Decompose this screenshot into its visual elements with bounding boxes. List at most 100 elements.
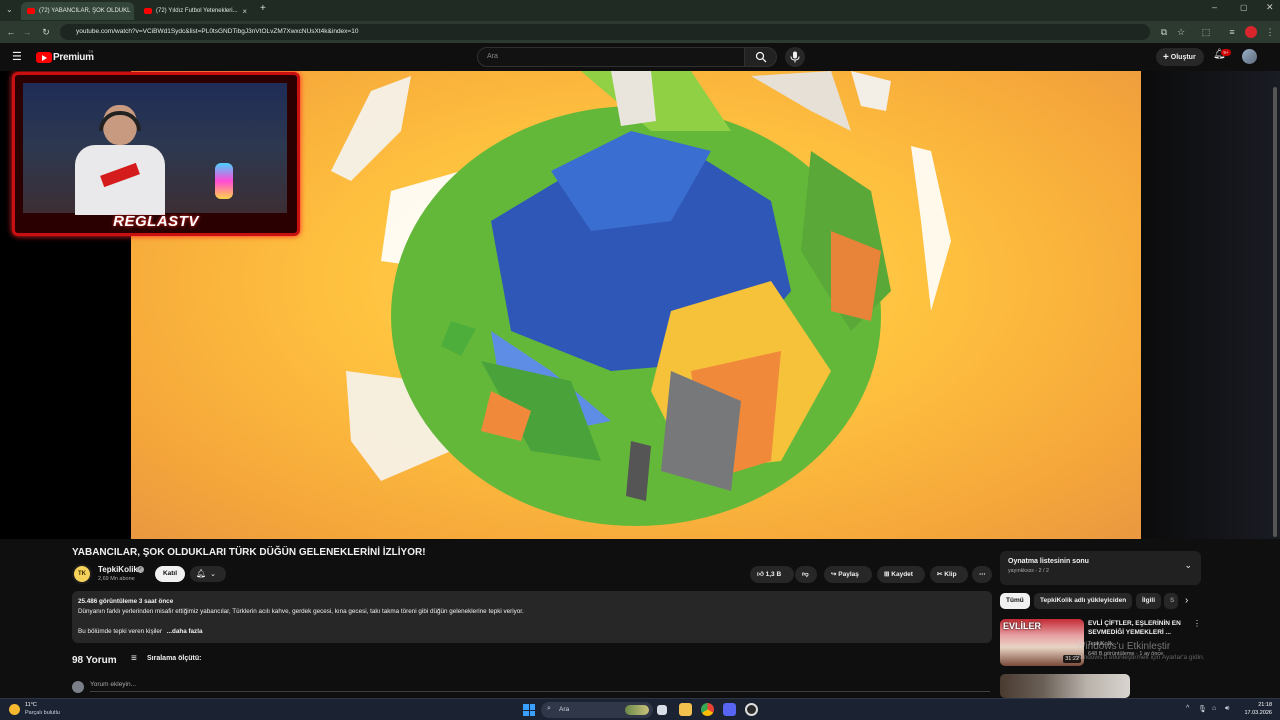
weather-description[interactable]: Parçalı bulutlu — [25, 710, 60, 716]
browser-toolbar: ← → ↻ youtube.com/watch?v=VCiBWd1Sydc&li… — [0, 21, 1280, 43]
more-dots-icon: ⋯ — [979, 571, 986, 578]
clock-time[interactable]: 21:18 — [1252, 702, 1272, 708]
tray-chevron-icon[interactable]: ^ — [1186, 705, 1189, 712]
description-box[interactable]: 25.486 görüntüleme 3 saat önce Dünyanın … — [72, 591, 992, 643]
playlist-subtitle: yayınkksss - 2 / 2 — [1008, 568, 1049, 574]
back-arrow-icon[interactable]: ← — [5, 26, 17, 38]
scrollbar[interactable] — [1273, 87, 1277, 537]
chevron-down-icon[interactable]: ⌄ — [1184, 560, 1192, 571]
description-line-2: Bu bölümde tepki veren kişiler ...daha f… — [78, 627, 986, 637]
weather-sun-icon[interactable] — [9, 704, 20, 715]
description-line-2-text: Bu bölümde tepki veren kişiler — [78, 628, 162, 635]
subscriber-count: 2,69 Mn abone — [98, 576, 135, 582]
recommended-title[interactable]: EVLİ ÇİFTLER, EŞLERİNİN EN SEVMEDİĞİ YEM… — [1088, 619, 1188, 637]
country-code: TR — [88, 49, 94, 54]
guide-menu-icon[interactable]: ☰ — [12, 50, 22, 63]
forward-arrow-icon[interactable]: → — [21, 26, 33, 38]
browser-menu-icon[interactable]: ⋮ — [1264, 26, 1276, 38]
chevron-right-icon[interactable]: › — [1185, 595, 1188, 606]
dislike-button[interactable]: 👎︎ — [795, 566, 817, 583]
save-button[interactable]: ⊞ Kaydet — [877, 566, 925, 583]
share-label: Paylaş — [838, 571, 859, 578]
address-bar[interactable]: youtube.com/watch?v=VCiBWd1Sydc&list=PL0… — [60, 24, 1150, 40]
create-button[interactable]: + Oluştur — [1156, 48, 1204, 66]
minimize-icon[interactable]: – — [1212, 2, 1217, 12]
search-input[interactable]: Ara — [477, 47, 745, 67]
profile-icon[interactable] — [1245, 26, 1257, 38]
tab-current-video[interactable]: (72) YABANCILAR, ŞOK OLDUKL × — [21, 2, 134, 20]
sort-icon[interactable]: ≡ — [131, 653, 137, 664]
verified-check-icon: ✓ — [137, 566, 144, 573]
subscription-bell-button[interactable]: 🔔︎ ⌄ — [190, 566, 226, 582]
scissors-icon: ✂ — [937, 571, 943, 578]
playlist-panel[interactable]: Oynatma listesinin sonu yayınkksss - 2 /… — [1000, 551, 1201, 585]
microphone-icon — [790, 51, 800, 63]
player-side-area — [1141, 71, 1280, 539]
obs-icon[interactable] — [745, 703, 758, 716]
webcam-feed — [23, 83, 287, 215]
taskbar-search[interactable]: ⌕ Ara — [541, 702, 653, 718]
clip-label: Klip — [944, 571, 957, 578]
network-icon[interactable]: ⌂ — [1212, 705, 1216, 712]
video-title: YABANCILAR, ŞOK OLDUKLARI TÜRK DÜĞÜN GEL… — [72, 547, 426, 558]
more-vert-icon[interactable]: ⋮ — [1193, 619, 1201, 628]
search-highlight-icon — [625, 705, 649, 715]
webcam-brand-logo: REGLASTV — [113, 213, 199, 230]
browser-tab-bar: ⌄ (72) YABANCILAR, ŞOK OLDUKL × (72) Yıl… — [0, 0, 1280, 21]
more-actions-button[interactable]: ⋯ — [972, 566, 992, 583]
youtube-header: ☰ Premium TR Ara + Oluştur 🔔︎ 9+ — [0, 43, 1280, 71]
join-button[interactable]: Katıl — [155, 566, 185, 582]
windows-start-icon[interactable] — [523, 704, 535, 716]
clip-button[interactable]: ✂ Klip — [930, 566, 968, 583]
like-button[interactable]: 👍︎ 1,3 B — [750, 566, 794, 583]
user-avatar — [72, 681, 84, 693]
rgb-lamp — [215, 163, 233, 199]
like-count: 1,3 B — [765, 571, 782, 578]
microphone-tray-icon[interactable]: 🎙︎ — [1198, 705, 1207, 713]
thumbs-down-icon: 👎︎ — [802, 571, 809, 578]
tab-second-video[interactable]: (72) Yıldız Futbol Yetenekleri... × — [138, 2, 253, 20]
recommended-thumbnail[interactable] — [1000, 674, 1130, 698]
chip-from-uploader[interactable]: TepkiKolik adlı yükleyiciden — [1034, 593, 1133, 609]
chip-related[interactable]: İlgili — [1136, 593, 1161, 609]
create-label: Oluştur — [1170, 54, 1196, 61]
weather-temperature[interactable]: 11°C — [25, 702, 37, 708]
recommended-thumbnail[interactable]: EVLİLER 31:22 — [1000, 619, 1084, 666]
maximize-icon[interactable]: ▢ — [1240, 3, 1248, 12]
url-text: youtube.com/watch?v=VCiBWd1Sydc&list=PL0… — [76, 28, 359, 35]
close-window-icon[interactable]: ✕ — [1266, 2, 1274, 13]
video-player[interactable]: REGLASTV — [0, 71, 1280, 539]
close-tab-icon[interactable]: × — [242, 7, 247, 16]
volume-icon[interactable]: 🔊︎ — [1225, 705, 1229, 713]
chip-all[interactable]: Tümü — [1000, 593, 1030, 609]
account-avatar[interactable] — [1242, 49, 1257, 64]
discord-icon[interactable] — [723, 703, 736, 716]
comment-input[interactable]: Yorum ekleyin... — [90, 681, 990, 692]
bell-icon: 🔔︎ — [196, 569, 207, 578]
bookmark-star-icon[interactable]: ☆ — [1175, 26, 1187, 38]
channel-name-link[interactable]: TepkiKolik — [98, 565, 138, 574]
chevron-down-icon: ⌄ — [210, 571, 217, 578]
show-more-link[interactable]: ...daha fazla — [167, 628, 203, 635]
voice-search-button[interactable] — [785, 47, 805, 67]
share-button[interactable]: ↪ Paylaş — [824, 566, 872, 583]
search-button[interactable] — [745, 47, 777, 67]
new-tab-button[interactable]: + — [260, 3, 266, 14]
taskbar-search-label: Ara — [559, 706, 570, 713]
file-explorer-icon[interactable] — [679, 703, 692, 716]
thumbs-up-icon: 👍︎ — [757, 571, 764, 578]
clock-date[interactable]: 17.03.2026 — [1236, 710, 1272, 716]
media-control-icon[interactable]: ≡ — [1226, 26, 1238, 38]
reload-icon[interactable]: ↻ — [40, 26, 52, 38]
chip-more[interactable]: S — [1164, 593, 1178, 609]
install-app-icon[interactable]: ⧉ — [1158, 26, 1170, 38]
task-view-icon[interactable] — [657, 705, 667, 715]
tab-list-chevron-icon[interactable]: ⌄ — [6, 5, 13, 14]
plus-icon: + — [1163, 52, 1169, 63]
extensions-icon[interactable]: ⬚ — [1200, 26, 1212, 38]
search-placeholder: Ara — [487, 53, 498, 60]
channel-avatar[interactable]: TK — [72, 564, 92, 584]
sort-button[interactable]: Sıralama ölçütü: — [147, 655, 201, 662]
chrome-icon[interactable] — [701, 703, 714, 716]
play-triangle-icon — [42, 54, 47, 61]
